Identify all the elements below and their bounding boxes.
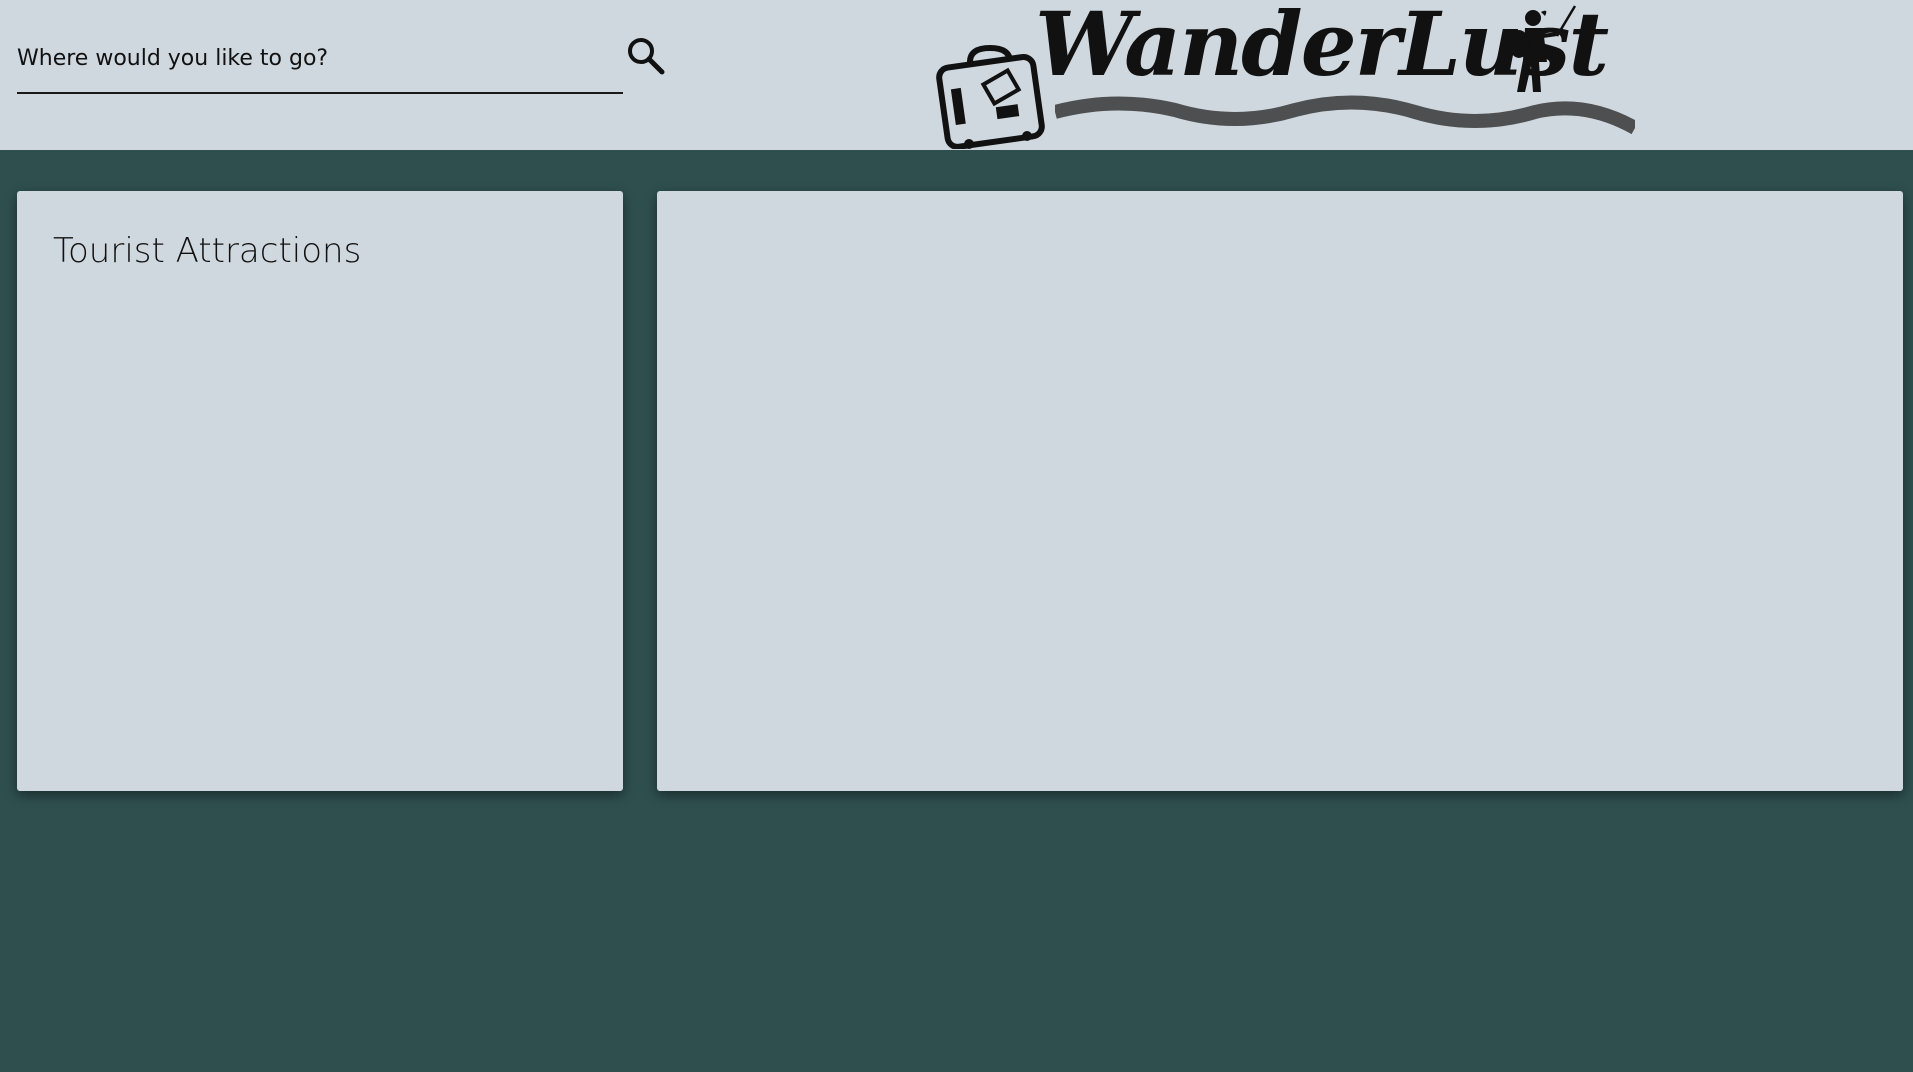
tourist-attractions-panel: Tourist Attractions	[17, 191, 623, 791]
hiker-icon	[1509, 5, 1577, 92]
main-content-panel	[657, 191, 1903, 791]
search-field[interactable]	[17, 30, 623, 94]
suitcase-icon	[936, 44, 1045, 149]
panel-title: Tourist Attractions	[53, 231, 362, 271]
search-button[interactable]	[624, 34, 668, 78]
wanderlust-logo: WanderLust	[935, 0, 1635, 150]
app-header: WanderLust	[0, 0, 1913, 150]
search-icon	[628, 38, 665, 75]
search-input[interactable]	[17, 30, 617, 86]
